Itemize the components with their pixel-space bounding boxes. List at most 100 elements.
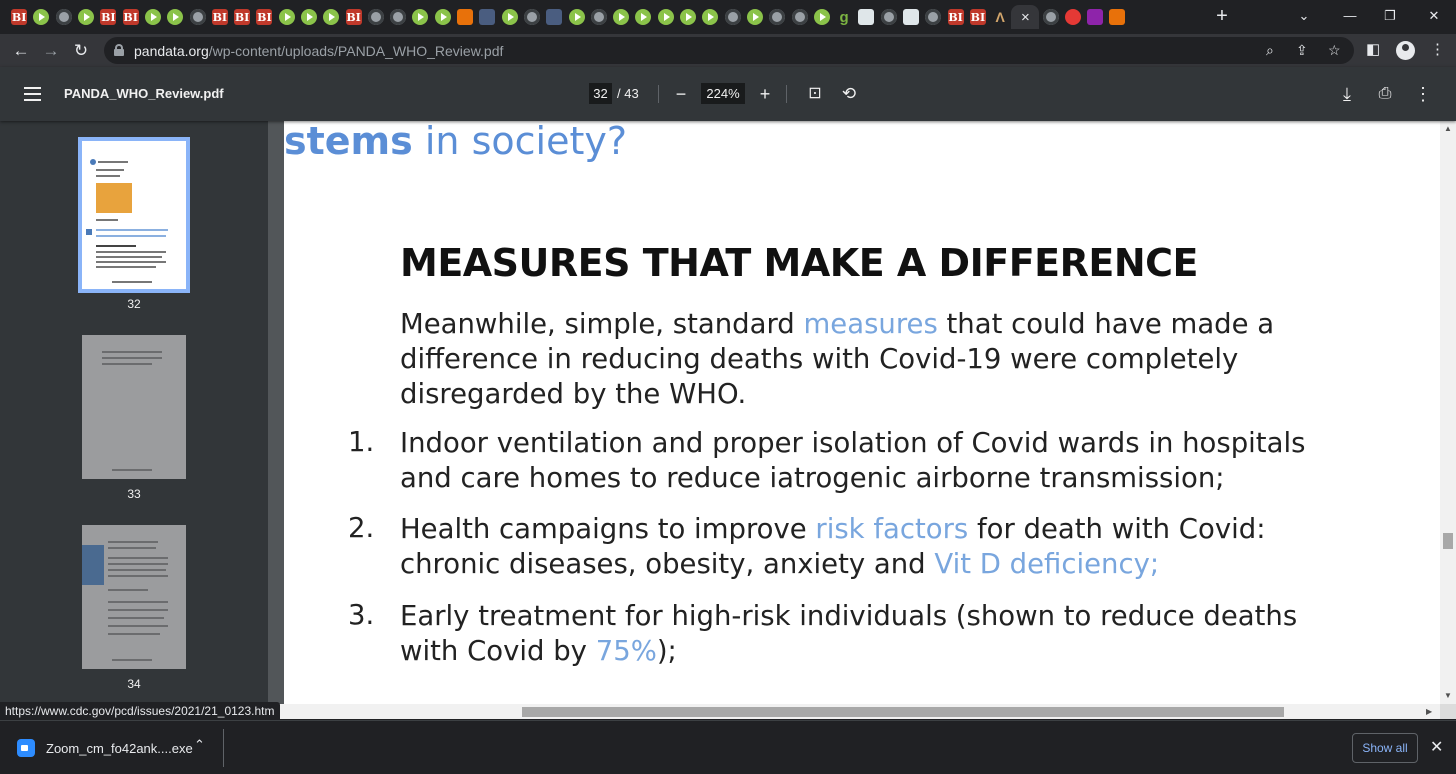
browser-tab[interactable]	[298, 5, 320, 29]
browser-tab[interactable]: BI	[944, 5, 966, 29]
minimize-button[interactable]: —	[1336, 4, 1364, 28]
show-all-button[interactable]: Show all	[1352, 733, 1418, 763]
browser-tab[interactable]	[1062, 5, 1084, 29]
rotate-icon[interactable]: ⟲	[836, 81, 862, 107]
browser-tab[interactable]: g	[833, 5, 855, 29]
browser-tab[interactable]	[744, 5, 766, 29]
close-window-button[interactable]: ✕	[1420, 4, 1448, 28]
browser-tab[interactable]: BI	[967, 5, 989, 29]
browser-tab[interactable]	[655, 5, 677, 29]
page-thumbnail[interactable]: 33	[78, 335, 190, 501]
vit-d-link[interactable]: Vit D deficiency	[934, 548, 1150, 580]
horizontal-scrollbar[interactable]: ◀ ▶	[268, 704, 1440, 719]
zoom-level-input[interactable]: 224%	[701, 83, 745, 104]
menu-icon[interactable]	[24, 87, 41, 101]
thumbnail-page-32[interactable]	[78, 137, 190, 293]
browser-tab[interactable]	[922, 5, 944, 29]
tab-search-icon[interactable]: ⌄	[1290, 4, 1318, 28]
browser-tab[interactable]: Λ	[989, 5, 1011, 29]
browser-tab[interactable]	[1084, 5, 1106, 29]
measures-link[interactable]: measures	[804, 308, 938, 340]
browser-tab[interactable]	[811, 5, 833, 29]
back-button[interactable]: ←	[8, 38, 34, 64]
browser-tab[interactable]: BI	[253, 5, 275, 29]
zoom-out-button[interactable]: −	[668, 81, 694, 107]
browser-tab[interactable]	[432, 5, 454, 29]
horizontal-scrollbar-thumb[interactable]	[522, 707, 1284, 717]
browser-tab[interactable]	[766, 5, 788, 29]
fit-page-icon[interactable]: ⊡	[802, 81, 828, 107]
download-filename[interactable]: Zoom_cm_fo42ank....exe	[46, 741, 193, 756]
forward-button[interactable]: →	[38, 38, 64, 64]
vertical-scrollbar[interactable]: ▲ ▼	[1440, 121, 1456, 704]
vertical-scrollbar-thumb[interactable]	[1443, 533, 1453, 549]
browser-tab[interactable]	[855, 5, 877, 29]
browser-tab[interactable]	[543, 5, 565, 29]
browser-tab[interactable]	[75, 5, 97, 29]
side-panel-icon[interactable]: ◧	[1366, 40, 1380, 58]
chevron-up-icon[interactable]: ⌃	[194, 737, 205, 753]
browser-tab[interactable]	[788, 5, 810, 29]
restore-button[interactable]: ❐	[1376, 4, 1404, 28]
download-icon[interactable]: ⤓	[1334, 81, 1360, 107]
zoom-file-icon[interactable]	[17, 739, 35, 757]
browser-menu-icon[interactable]: ⋮	[1430, 40, 1445, 58]
zoom-in-button[interactable]: +	[752, 81, 778, 107]
browser-tab[interactable]: BI	[8, 5, 30, 29]
scroll-right-arrow[interactable]: ▶	[1426, 707, 1432, 716]
address-bar[interactable]: pandata.org/wp-content/uploads/PANDA_WHO…	[104, 37, 1354, 64]
browser-tab[interactable]	[722, 5, 744, 29]
browser-tab[interactable]	[699, 5, 721, 29]
browser-tab[interactable]	[30, 5, 52, 29]
zoom-icon[interactable]: ⌕	[1266, 42, 1274, 59]
browser-tab[interactable]	[142, 5, 164, 29]
browser-tab[interactable]	[476, 5, 498, 29]
profile-avatar[interactable]	[1396, 41, 1415, 60]
page-thumbnail[interactable]: 32	[78, 137, 190, 311]
browser-tab[interactable]	[565, 5, 587, 29]
scroll-up-arrow[interactable]: ▲	[1444, 124, 1452, 133]
bookmark-star-icon[interactable]: ☆	[1328, 42, 1341, 59]
more-actions-icon[interactable]: ⋮	[1410, 81, 1436, 107]
browser-tab[interactable]	[1039, 5, 1061, 29]
lock-icon[interactable]	[114, 44, 124, 56]
browser-tab[interactable]	[588, 5, 610, 29]
browser-tab[interactable]	[387, 5, 409, 29]
browser-tab[interactable]: BI	[342, 5, 364, 29]
browser-tab[interactable]	[610, 5, 632, 29]
browser-tab[interactable]	[276, 5, 298, 29]
risk-factors-link[interactable]: risk factors	[815, 513, 968, 545]
browser-tab[interactable]	[320, 5, 342, 29]
share-icon[interactable]: ⇪	[1296, 42, 1308, 59]
thumbnail-page-34[interactable]	[82, 525, 186, 669]
new-tab-button[interactable]: +	[1212, 5, 1232, 27]
browser-tab[interactable]: BI	[231, 5, 253, 29]
browser-tab[interactable]	[878, 5, 900, 29]
active-tab[interactable]: ×	[1011, 5, 1040, 29]
browser-tab[interactable]	[677, 5, 699, 29]
thumbnail-page-33[interactable]	[82, 335, 186, 479]
browser-tab[interactable]	[53, 5, 75, 29]
reload-button[interactable]: ↻	[68, 38, 94, 64]
browser-tab[interactable]	[521, 5, 543, 29]
page-number-input[interactable]: 32	[589, 83, 612, 104]
page-thumbnail[interactable]: 34	[78, 525, 190, 691]
close-shelf-icon[interactable]: ✕	[1430, 737, 1443, 757]
browser-tab[interactable]	[409, 5, 431, 29]
browser-tab[interactable]	[632, 5, 654, 29]
close-tab-icon[interactable]: ×	[1021, 9, 1030, 26]
browser-tab[interactable]: BI	[119, 5, 141, 29]
browser-tab[interactable]: BI	[97, 5, 119, 29]
print-icon[interactable]: ⎙	[1372, 81, 1398, 107]
browser-tab[interactable]	[900, 5, 922, 29]
browser-tab[interactable]	[365, 5, 387, 29]
scroll-down-arrow[interactable]: ▼	[1444, 691, 1452, 700]
browser-tab[interactable]	[164, 5, 186, 29]
browser-tab[interactable]: BI	[209, 5, 231, 29]
browser-tab[interactable]	[186, 5, 208, 29]
seventy-five-percent-link[interactable]: 75%	[596, 635, 657, 667]
url-text[interactable]: pandata.org/wp-content/uploads/PANDA_WHO…	[134, 43, 503, 59]
browser-tab[interactable]	[454, 5, 476, 29]
browser-tab[interactable]	[1106, 5, 1128, 29]
browser-tab[interactable]	[499, 5, 521, 29]
